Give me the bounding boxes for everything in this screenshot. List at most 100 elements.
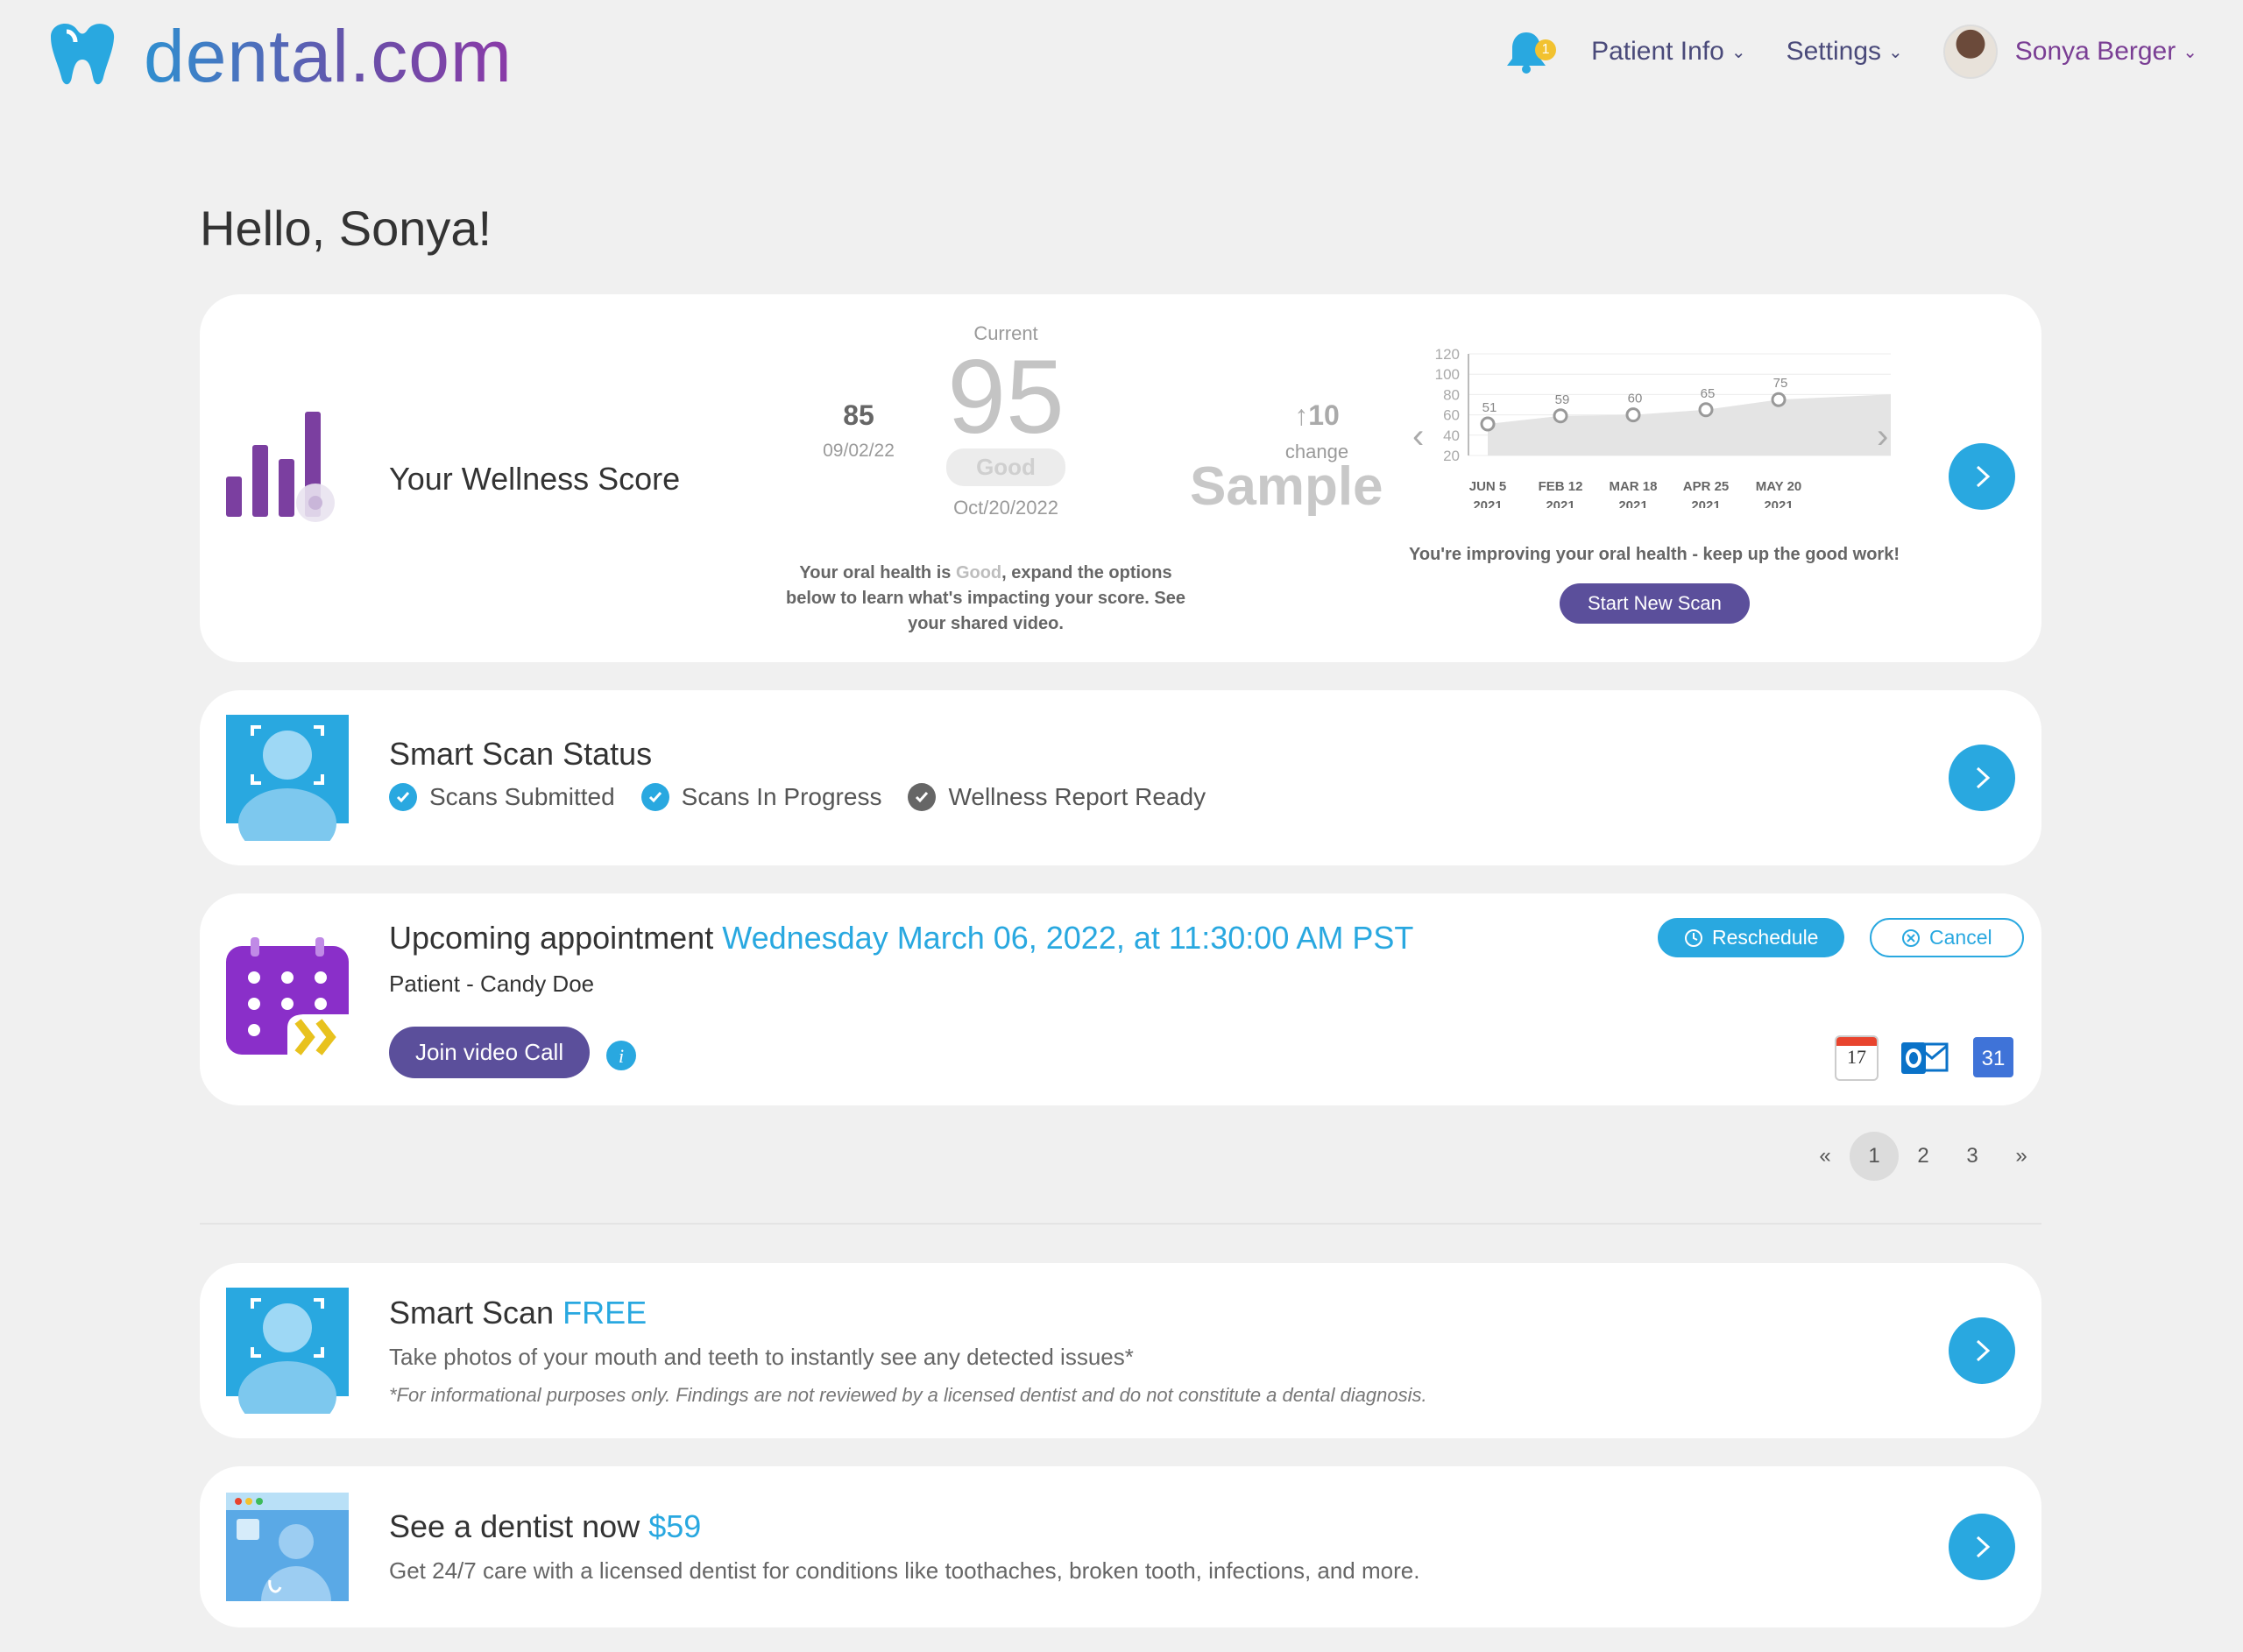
step-label: Scans In Progress [681, 783, 882, 810]
smart-scan-subtitle: Take photos of your mouth and teeth to i… [389, 1344, 1134, 1370]
user-menu[interactable]: Sonya Berger ⌄ [1942, 25, 2197, 79]
see-dentist-card: See a dentist now $59 Get 24/7 care with… [200, 1466, 2041, 1627]
step-scans-submitted: Scans Submitted [389, 783, 615, 811]
x-tick-label: 2021 [1618, 498, 1647, 508]
video-doctor-icon [226, 1493, 349, 1601]
x-tick-label: APR 25 [1683, 479, 1730, 494]
data-point [1625, 407, 1641, 423]
page-1[interactable]: 1 [1850, 1132, 1899, 1181]
x-tick-label: 2021 [1691, 498, 1720, 508]
top-nav: 1 Patient Info ⌄ Settings ⌄ Sonya Berger… [1505, 25, 2197, 79]
x-tick-label: JUN 5 [1469, 479, 1507, 494]
logo-text: dental.com [144, 15, 513, 97]
chart-next-arrow[interactable]: › [1877, 417, 1888, 456]
svg-text:i: i [619, 1045, 624, 1067]
nav-settings[interactable]: Settings ⌄ [1787, 37, 1903, 67]
smart-scan-status-title: Smart Scan Status [389, 736, 653, 772]
sample-watermark: Sample [1190, 456, 1383, 517]
smart-scan-title: Smart Scan [389, 1295, 563, 1331]
pagination-prev[interactable]: « [1801, 1132, 1850, 1181]
step-wellness-report-ready: Wellness Report Ready [908, 783, 1206, 811]
notifications-button[interactable]: 1 [1505, 29, 1557, 74]
data-point [1553, 408, 1568, 424]
check-icon [908, 783, 937, 811]
price-label: $59 [648, 1508, 702, 1544]
wellness-open-button[interactable] [1949, 443, 2015, 510]
appointment-heading: Upcoming appointment Wednesday March 06,… [389, 920, 1413, 957]
y-tick-label: 80 [1443, 386, 1460, 403]
cancel-button[interactable]: Cancel [1870, 918, 2024, 957]
see-dentist-open-button[interactable] [1949, 1514, 2015, 1580]
pagination: « 1 2 3 » [1801, 1132, 2046, 1181]
info-icon[interactable]: i [606, 1041, 636, 1070]
smart-scan-open-button[interactable] [1949, 1317, 2015, 1384]
nav-label: Settings [1786, 37, 1882, 66]
score-change: ↑10 change [1269, 399, 1365, 463]
nav-patient-info[interactable]: Patient Info ⌄ [1591, 37, 1746, 67]
reschedule-label: Reschedule [1712, 926, 1819, 949]
desc-rating: Good [955, 563, 1002, 582]
smart-scan-status-open-button[interactable] [1949, 745, 2015, 811]
x-tick-label: MAR 18 [1609, 479, 1657, 494]
previous-score: 85 09/02/22 [806, 399, 911, 462]
calendar-header [1836, 1037, 1877, 1046]
pagination-next[interactable]: » [1997, 1132, 2046, 1181]
see-dentist-title: See a dentist now [389, 1508, 649, 1544]
start-new-scan-button[interactable]: Start New Scan [1560, 583, 1750, 624]
greeting: Hello, Sonya! [200, 201, 492, 256]
appointment-card: Upcoming appointment Wednesday March 06,… [200, 893, 2041, 1105]
step-label: Scans Submitted [429, 783, 615, 810]
page-3[interactable]: 3 [1948, 1132, 1997, 1181]
data-point [1480, 416, 1496, 432]
chevron-right-icon [1976, 465, 1991, 488]
divider [200, 1223, 2041, 1225]
current-score: Current 95 Good Oct/20/2022 [918, 322, 1093, 519]
chevron-down-icon: ⌄ [1730, 42, 1746, 62]
apple-calendar-button[interactable]: 17 [1835, 1035, 1879, 1081]
step-scans-in-progress: Scans In Progress [640, 783, 882, 811]
smart-scan-disclaimer: *For informational purposes only. Findin… [389, 1384, 1427, 1406]
current-score-value: 95 [947, 338, 1065, 455]
smart-scan-free-heading: Smart Scan FREE [389, 1295, 647, 1331]
previous-score-date: 09/02/22 [823, 441, 895, 461]
google-calendar-button[interactable]: 31 [1973, 1037, 2013, 1077]
x-tick-label: 2021 [1764, 498, 1793, 508]
x-tick-label: FEB 12 [1539, 479, 1583, 494]
see-dentist-subtitle: Get 24/7 care with a licensed dentist fo… [389, 1557, 1420, 1584]
improving-message: You're improving your oral health - keep… [1409, 545, 1900, 564]
calendar-icon [226, 937, 349, 1063]
x-tick-label: 2021 [1473, 498, 1502, 508]
data-label: 51 [1482, 400, 1497, 415]
desc-text: Your oral health is [799, 563, 956, 582]
y-tick-label: 40 [1443, 427, 1460, 444]
close-circle-icon [1902, 928, 1920, 947]
rating-badge: Good [946, 448, 1065, 486]
free-label: FREE [563, 1295, 647, 1331]
data-point [1698, 402, 1714, 418]
y-tick-label: 120 [1435, 346, 1460, 363]
scan-status-steps: Scans Submitted Scans In Progress Wellne… [389, 783, 1232, 811]
chevron-right-icon [1976, 766, 1991, 789]
area-fill [1488, 394, 1891, 455]
smart-scan-status-card: Smart Scan Status Scans Submitted Scans … [200, 690, 2041, 865]
check-icon [389, 783, 417, 811]
previous-score-value: 85 [843, 399, 874, 431]
y-tick-label: 60 [1443, 407, 1460, 424]
logo[interactable]: dental.com [46, 19, 513, 93]
join-video-call-button[interactable]: Join video Call [389, 1027, 591, 1078]
outlook-calendar-button[interactable] [1901, 1039, 1949, 1077]
data-label: 60 [1628, 392, 1643, 406]
reschedule-button[interactable]: Reschedule [1658, 918, 1845, 957]
step-label: Wellness Report Ready [948, 783, 1206, 810]
smart-scan-free-card: Smart Scan FREE Take photos of your mout… [200, 1263, 2041, 1438]
x-tick-label: 2021 [1546, 498, 1574, 508]
appointment-title: Upcoming appointment [389, 920, 714, 956]
data-point [1771, 392, 1787, 407]
face-scan-icon [226, 1288, 349, 1414]
calendar-day: 17 [1847, 1046, 1866, 1068]
see-dentist-heading: See a dentist now $59 [389, 1508, 701, 1545]
page-2[interactable]: 2 [1899, 1132, 1948, 1181]
chart-prev-arrow[interactable]: ‹ [1412, 417, 1424, 456]
chevron-down-icon: ⌄ [1888, 42, 1903, 62]
y-tick-label: 100 [1435, 366, 1460, 383]
